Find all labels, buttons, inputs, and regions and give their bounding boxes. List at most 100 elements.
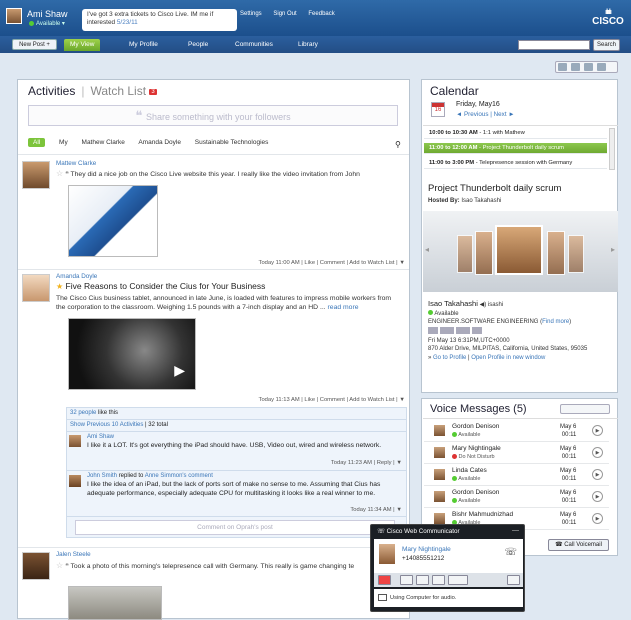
status-message[interactable]: I've got 3 extra tickets to Cisco Live. …: [82, 9, 237, 31]
person-name[interactable]: Isao Takahashi: [428, 299, 478, 308]
voice-message-row[interactable]: Linda Cates Available May 6 00:11 ▶: [424, 465, 609, 486]
video-icon[interactable]: [456, 326, 470, 334]
filter-search-icon[interactable]: ⚲: [395, 140, 401, 149]
chevron-left-icon[interactable]: ◂: [425, 245, 429, 254]
previous-link[interactable]: ◄ Previous: [456, 111, 488, 118]
person-time: Fri May 13 6:31PM,UTC+0000: [428, 337, 510, 344]
contact-name[interactable]: Mary Nightingale: [402, 546, 451, 553]
carousel-face-selected[interactable]: [495, 225, 543, 275]
voice-message-row[interactable]: Gordon Denison Available May 6 00:11 ▶: [424, 421, 609, 442]
comment-meta[interactable]: Today 11:23 AM | Reply | ▼: [331, 460, 402, 466]
feedback-link[interactable]: Feedback: [308, 11, 334, 17]
read-more-link[interactable]: read more: [328, 304, 359, 311]
activity-post: Amanda Doyle ★ Five Reasons to Consider …: [18, 272, 409, 542]
carousel-face[interactable]: [568, 235, 584, 273]
comment-meta[interactable]: Today 11:34 AM | ▼: [350, 507, 402, 513]
find-more-link[interactable]: Find more: [542, 319, 569, 325]
phone-icon[interactable]: [440, 326, 454, 334]
calendar-event-selected[interactable]: 11:00 to 12:00 AM - Project Thunderbolt …: [424, 143, 607, 154]
calendar-event[interactable]: 11:00 to 3:00 PM - Telepresence session …: [424, 158, 607, 169]
tab-watch-list[interactable]: Watch List: [90, 84, 146, 98]
comment-input[interactable]: Comment on Oprah's post: [75, 520, 395, 535]
play-icon[interactable]: ▶: [592, 447, 603, 458]
email-icon[interactable]: [472, 326, 482, 334]
post-meta[interactable]: Today 11:00 AM | Like | Comment | Add to…: [259, 260, 405, 266]
help-icon[interactable]: [571, 63, 580, 71]
hangup-icon[interactable]: [378, 575, 391, 585]
audio-status: Using Computer for audio.: [374, 589, 523, 607]
carousel-face[interactable]: [475, 231, 493, 275]
sign-out-link[interactable]: Sign Out: [273, 11, 296, 17]
calendar-icon: 16: [431, 102, 445, 117]
chat-icon[interactable]: [448, 575, 468, 585]
event-title: Project Thunderbolt daily scrum: [428, 183, 562, 194]
tab-my-profile[interactable]: My Profile: [129, 39, 158, 51]
user-name[interactable]: Ami Shaw: [27, 9, 68, 19]
search-input[interactable]: [518, 40, 590, 50]
next-link[interactable]: Next ►: [494, 111, 515, 118]
avatar[interactable]: [6, 8, 22, 24]
avatar[interactable]: [379, 544, 395, 564]
filter-all[interactable]: All: [28, 138, 46, 147]
mute-icon[interactable]: [416, 575, 429, 585]
new-post-button[interactable]: New Post +: [12, 39, 57, 50]
tab-my-view[interactable]: My View: [64, 39, 101, 51]
carousel-face[interactable]: [547, 231, 565, 275]
website-thumbnail[interactable]: [68, 185, 158, 257]
calendar-icon[interactable]: [558, 63, 567, 71]
post-meta[interactable]: Today 11:13 AM | Like | Comment | Add to…: [259, 397, 405, 403]
minimize-icon[interactable]: —: [512, 527, 519, 534]
comment-author: John Smith replied to Anne Simmon's comm…: [87, 473, 213, 479]
calendar-panel: Calendar 16 Friday, May16 ◄ Previous | N…: [421, 79, 618, 393]
avatar[interactable]: [22, 274, 50, 302]
transfer-icon[interactable]: [432, 575, 445, 585]
filter-sustainable-technologies[interactable]: Sustainable Technologies: [195, 139, 269, 146]
calendar-event[interactable]: 10:00 to 10:30 AM - 1:1 with Mathew: [424, 128, 607, 139]
comment-author[interactable]: Ami Shaw: [87, 434, 114, 440]
keypad-icon[interactable]: [507, 575, 520, 585]
avatar[interactable]: [22, 552, 50, 580]
post-author[interactable]: Jalen Steele: [56, 551, 91, 558]
computer-icon: [378, 594, 387, 601]
call-voicemail-button[interactable]: ☎ Call Voicemail: [548, 539, 609, 551]
activity-tabs: Activities | Watch List 3: [28, 84, 157, 98]
tools-icon[interactable]: [584, 63, 593, 71]
voice-toolbar[interactable]: [560, 404, 610, 414]
carousel-face[interactable]: [457, 235, 473, 273]
filter-my[interactable]: My: [59, 139, 68, 146]
chevron-right-icon[interactable]: ▸: [611, 245, 615, 254]
user-status[interactable]: Available ▾: [29, 20, 65, 27]
search-button[interactable]: Search: [593, 39, 620, 51]
avatar[interactable]: [22, 161, 50, 189]
tab-people[interactable]: People: [188, 39, 208, 51]
go-to-profile-link[interactable]: Go to Profile: [433, 355, 466, 361]
avatar[interactable]: [69, 475, 81, 487]
tab-activities[interactable]: Activities: [28, 84, 75, 98]
share-input[interactable]: ❝ Share something with your followers: [28, 105, 398, 126]
people-carousel: ◂ ▸: [423, 211, 618, 292]
chevron-down-icon[interactable]: [597, 63, 606, 71]
do-not-disturb-icon: [452, 454, 457, 460]
play-icon[interactable]: ▶: [592, 425, 603, 436]
chat-icon[interactable]: [428, 326, 438, 334]
voice-message-row[interactable]: Mary Nightingale Do Not Disturb May 6 00:…: [424, 443, 609, 464]
tab-library[interactable]: Library: [298, 39, 318, 51]
post-author[interactable]: Amanda Doyle: [56, 273, 97, 280]
voice-message-row[interactable]: Gordon Denison Available May 6 00:11 ▶: [424, 487, 609, 508]
avatar[interactable]: [69, 435, 81, 447]
filter-amanda-doyle[interactable]: Amanda Doyle: [138, 139, 181, 146]
post-author[interactable]: Mattew Clarke: [56, 160, 96, 167]
play-icon[interactable]: ▶: [592, 491, 603, 502]
video-thumbnail[interactable]: ▶: [68, 318, 196, 390]
settings-link[interactable]: Settings: [240, 11, 262, 17]
scrollbar[interactable]: [609, 128, 615, 170]
filter-mathew-clarke[interactable]: Mathew Clarke: [82, 139, 125, 146]
play-icon[interactable]: ▶: [592, 469, 603, 480]
cisco-logo: ılıılı CISCO: [592, 9, 624, 27]
photo-thumbnail[interactable]: [68, 586, 162, 620]
star-icon: ☆: [56, 169, 64, 178]
hold-icon[interactable]: [400, 575, 413, 585]
tab-communities[interactable]: Communities: [235, 39, 273, 51]
play-icon[interactable]: ▶: [592, 513, 603, 524]
open-new-window-link[interactable]: Open Profile in new window: [471, 355, 545, 361]
